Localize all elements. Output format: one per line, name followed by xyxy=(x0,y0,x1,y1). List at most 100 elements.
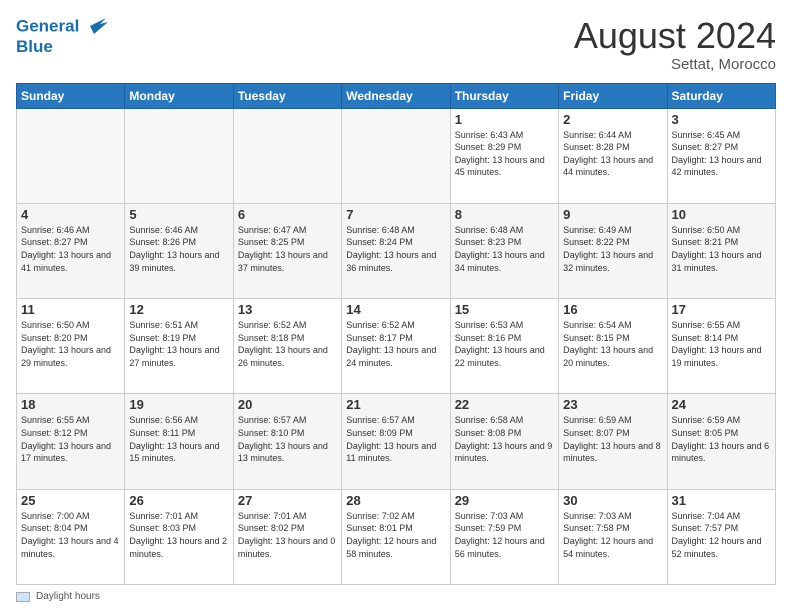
day-info: Sunrise: 6:48 AM Sunset: 8:23 PM Dayligh… xyxy=(455,224,554,274)
calendar-week-1: 4Sunrise: 6:46 AM Sunset: 8:27 PM Daylig… xyxy=(17,203,776,298)
calendar-week-3: 18Sunrise: 6:55 AM Sunset: 8:12 PM Dayli… xyxy=(17,394,776,489)
calendar-cell: 13 Sunrise: 6:52 AM Sunset: 8:18 PM Dayli… xyxy=(233,299,341,394)
day-number: 2 xyxy=(563,112,662,127)
day-info: Sunrise: 6:57 AM Sunset: 8:09 PM Dayligh… xyxy=(346,414,445,464)
day-number: 11 xyxy=(21,302,120,317)
calendar-cell: 7Sunrise: 6:48 AM Sunset: 8:24 PM Daylig… xyxy=(342,203,450,298)
day-info: Sunrise: 6:51 AM Sunset: 8:19 PM Dayligh… xyxy=(129,319,228,369)
daylight-label: Daylight hours xyxy=(36,591,100,602)
day-number: 25 xyxy=(21,493,120,508)
calendar-cell: 22 Sunrise: 6:58 AM Sunset: 8:08 PM Dayli… xyxy=(450,394,558,489)
day-info: Sunrise: 6:45 AM Sunset: 8:27 PM Dayligh… xyxy=(672,129,771,179)
day-number: 9 xyxy=(563,207,662,222)
calendar-cell: 28 Sunrise: 7:02 AM Sunset: 8:01 PM Dayli… xyxy=(342,489,450,584)
calendar-cell: 3 Sunrise: 6:45 AM Sunset: 8:27 PM Daylig… xyxy=(667,108,775,203)
day-info: Sunrise: 6:46 AM Sunset: 8:26 PM Dayligh… xyxy=(129,224,228,274)
title-block: August 2024 Settat, Morocco xyxy=(574,16,776,73)
day-number: 31 xyxy=(672,493,771,508)
calendar-cell xyxy=(233,108,341,203)
day-info: Sunrise: 6:54 AM Sunset: 8:15 PM Dayligh… xyxy=(563,319,662,369)
day-info: Sunrise: 7:02 AM Sunset: 8:01 PM Dayligh… xyxy=(346,510,445,560)
calendar-cell: 25 Sunrise: 7:00 AM Sunset: 8:04 PM Dayli… xyxy=(17,489,125,584)
calendar-cell xyxy=(17,108,125,203)
day-info: Sunrise: 7:03 AM Sunset: 7:59 PM Dayligh… xyxy=(455,510,554,560)
calendar-cell: 11Sunrise: 6:50 AM Sunset: 8:20 PM Dayli… xyxy=(17,299,125,394)
day-info: Sunrise: 7:01 AM Sunset: 8:03 PM Dayligh… xyxy=(129,510,228,560)
day-number: 12 xyxy=(129,302,228,317)
calendar-cell: 23 Sunrise: 6:59 AM Sunset: 8:07 PM Dayli… xyxy=(559,394,667,489)
logo-blue: Blue xyxy=(16,38,108,57)
calendar-cell: 17 Sunrise: 6:55 AM Sunset: 8:14 PM Dayli… xyxy=(667,299,775,394)
calendar-cell: 19 Sunrise: 6:56 AM Sunset: 8:11 PM Dayli… xyxy=(125,394,233,489)
logo-bird-icon xyxy=(86,16,108,38)
day-info: Sunrise: 6:58 AM Sunset: 8:08 PM Dayligh… xyxy=(455,414,554,464)
day-number: 1 xyxy=(455,112,554,127)
col-header-friday: Friday xyxy=(559,83,667,108)
calendar-cell: 31Sunrise: 7:04 AM Sunset: 7:57 PM Dayli… xyxy=(667,489,775,584)
day-info: Sunrise: 7:01 AM Sunset: 8:02 PM Dayligh… xyxy=(238,510,337,560)
footer: Daylight hours xyxy=(16,591,776,602)
day-info: Sunrise: 6:44 AM Sunset: 8:28 PM Dayligh… xyxy=(563,129,662,179)
day-info: Sunrise: 6:50 AM Sunset: 8:21 PM Dayligh… xyxy=(672,224,771,274)
day-number: 8 xyxy=(455,207,554,222)
day-number: 15 xyxy=(455,302,554,317)
day-number: 22 xyxy=(455,397,554,412)
calendar-cell: 27 Sunrise: 7:01 AM Sunset: 8:02 PM Dayli… xyxy=(233,489,341,584)
day-info: Sunrise: 6:52 AM Sunset: 8:18 PM Dayligh… xyxy=(238,319,337,369)
day-number: 26 xyxy=(129,493,228,508)
day-number: 6 xyxy=(238,207,337,222)
day-number: 7 xyxy=(346,207,445,222)
day-number: 20 xyxy=(238,397,337,412)
calendar-cell: 4Sunrise: 6:46 AM Sunset: 8:27 PM Daylig… xyxy=(17,203,125,298)
calendar-cell: 2 Sunrise: 6:44 AM Sunset: 8:28 PM Daylig… xyxy=(559,108,667,203)
day-number: 28 xyxy=(346,493,445,508)
calendar-week-4: 25 Sunrise: 7:00 AM Sunset: 8:04 PM Dayli… xyxy=(17,489,776,584)
col-header-saturday: Saturday xyxy=(667,83,775,108)
day-number: 3 xyxy=(672,112,771,127)
day-info: Sunrise: 6:47 AM Sunset: 8:25 PM Dayligh… xyxy=(238,224,337,274)
day-info: Sunrise: 6:57 AM Sunset: 8:10 PM Dayligh… xyxy=(238,414,337,464)
calendar-cell: 5 Sunrise: 6:46 AM Sunset: 8:26 PM Daylig… xyxy=(125,203,233,298)
page: General Blue August 2024 Settat, Morocco… xyxy=(0,0,792,612)
day-number: 18 xyxy=(21,397,120,412)
day-info: Sunrise: 6:59 AM Sunset: 8:07 PM Dayligh… xyxy=(563,414,662,464)
day-number: 5 xyxy=(129,207,228,222)
calendar-week-2: 11Sunrise: 6:50 AM Sunset: 8:20 PM Dayli… xyxy=(17,299,776,394)
day-number: 27 xyxy=(238,493,337,508)
col-header-monday: Monday xyxy=(125,83,233,108)
day-number: 19 xyxy=(129,397,228,412)
day-info: Sunrise: 7:00 AM Sunset: 8:04 PM Dayligh… xyxy=(21,510,120,560)
day-info: Sunrise: 6:43 AM Sunset: 8:29 PM Dayligh… xyxy=(455,129,554,179)
day-info: Sunrise: 6:55 AM Sunset: 8:14 PM Dayligh… xyxy=(672,319,771,369)
day-number: 30 xyxy=(563,493,662,508)
calendar-cell: 14Sunrise: 6:52 AM Sunset: 8:17 PM Dayli… xyxy=(342,299,450,394)
calendar-cell: 18Sunrise: 6:55 AM Sunset: 8:12 PM Dayli… xyxy=(17,394,125,489)
day-number: 14 xyxy=(346,302,445,317)
calendar-cell: 1 Sunrise: 6:43 AM Sunset: 8:29 PM Daylig… xyxy=(450,108,558,203)
calendar-cell: 30Sunrise: 7:03 AM Sunset: 7:58 PM Dayli… xyxy=(559,489,667,584)
calendar-cell: 10 Sunrise: 6:50 AM Sunset: 8:21 PM Dayli… xyxy=(667,203,775,298)
header: General Blue August 2024 Settat, Morocco xyxy=(16,16,776,73)
calendar-cell: 9Sunrise: 6:49 AM Sunset: 8:22 PM Daylig… xyxy=(559,203,667,298)
logo: General Blue xyxy=(16,16,108,57)
calendar-cell: 8 Sunrise: 6:48 AM Sunset: 8:23 PM Daylig… xyxy=(450,203,558,298)
day-info: Sunrise: 6:46 AM Sunset: 8:27 PM Dayligh… xyxy=(21,224,120,274)
calendar-header-row: SundayMondayTuesdayWednesdayThursdayFrid… xyxy=(17,83,776,108)
day-number: 21 xyxy=(346,397,445,412)
calendar-cell xyxy=(125,108,233,203)
logo-general: General xyxy=(16,16,79,35)
day-number: 17 xyxy=(672,302,771,317)
calendar-cell: 6 Sunrise: 6:47 AM Sunset: 8:25 PM Daylig… xyxy=(233,203,341,298)
day-info: Sunrise: 6:59 AM Sunset: 8:05 PM Dayligh… xyxy=(672,414,771,464)
calendar-cell: 16Sunrise: 6:54 AM Sunset: 8:15 PM Dayli… xyxy=(559,299,667,394)
calendar-cell: 24Sunrise: 6:59 AM Sunset: 8:05 PM Dayli… xyxy=(667,394,775,489)
daylight-legend-box xyxy=(16,592,30,602)
calendar-cell: 29 Sunrise: 7:03 AM Sunset: 7:59 PM Dayli… xyxy=(450,489,558,584)
day-number: 10 xyxy=(672,207,771,222)
day-number: 29 xyxy=(455,493,554,508)
day-number: 13 xyxy=(238,302,337,317)
day-number: 23 xyxy=(563,397,662,412)
day-info: Sunrise: 6:56 AM Sunset: 8:11 PM Dayligh… xyxy=(129,414,228,464)
month-year: August 2024 xyxy=(574,16,776,56)
calendar-cell xyxy=(342,108,450,203)
